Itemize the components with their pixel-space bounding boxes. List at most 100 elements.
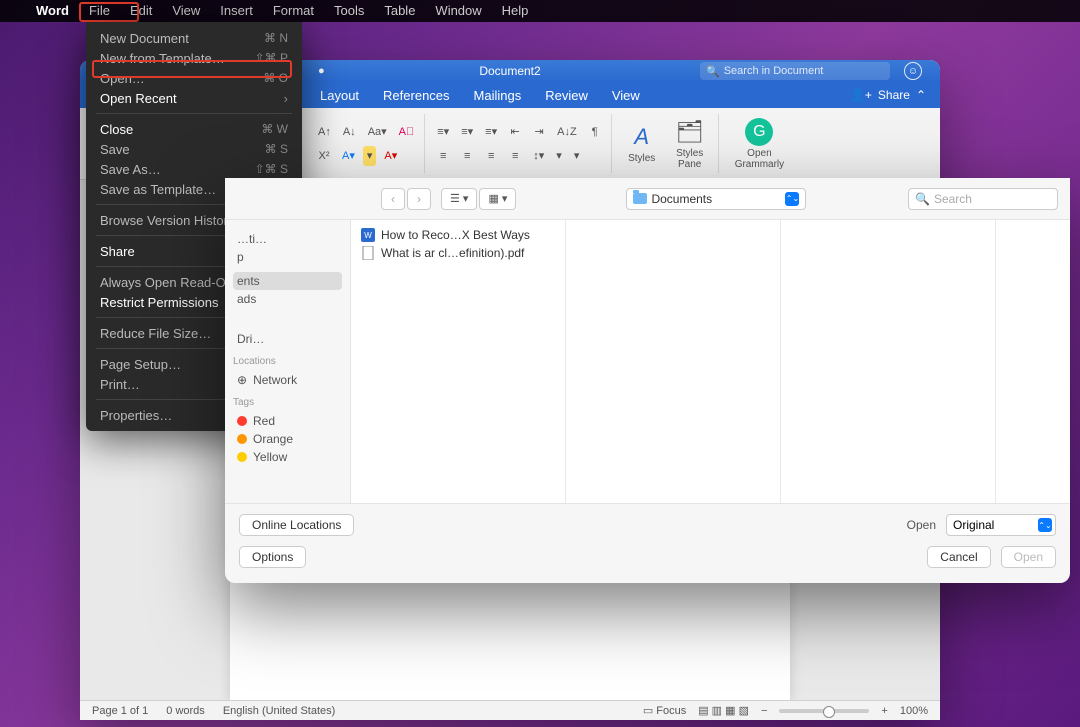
share-icon: 👤+ — [850, 88, 872, 102]
sidebar-item[interactable]: p — [233, 248, 342, 266]
menu-item[interactable]: Close⌘ W — [86, 119, 302, 139]
indent-button[interactable]: ⇥ — [529, 122, 549, 142]
zoom-slider[interactable] — [779, 709, 869, 713]
tab-layout[interactable]: Layout — [320, 88, 359, 103]
sidebar-item[interactable]: Dri… — [233, 330, 342, 348]
menu-item[interactable]: New Document⌘ N — [86, 28, 302, 48]
bullets-button[interactable]: ≡▾ — [433, 122, 453, 142]
menu-item[interactable]: New from Template…⇧⌘ P — [86, 48, 302, 68]
auto-save-toggle[interactable]: ● — [318, 65, 325, 77]
styles-pane-button[interactable]: 🗂 Styles Pane — [668, 114, 712, 173]
tag-item[interactable]: Orange — [233, 430, 342, 448]
font-color-button[interactable]: A▾ — [380, 146, 401, 166]
options-button[interactable]: Options — [239, 546, 306, 568]
line-spacing-button[interactable]: ↕▾ — [529, 146, 548, 166]
tab-references[interactable]: References — [383, 88, 449, 103]
chevron-updown-icon: ⌃⌄ — [785, 192, 799, 206]
shrink-font-button[interactable]: A↓ — [339, 122, 360, 142]
zoom-level[interactable]: 100% — [900, 705, 928, 717]
outdent-button[interactable]: ⇤ — [505, 122, 525, 142]
sort-button[interactable]: A↓Z — [553, 122, 581, 142]
change-case-button[interactable]: Aa▾ — [364, 122, 391, 142]
tag-dot-icon — [237, 416, 247, 426]
mac-menubar: Word File Edit View Insert Format Tools … — [0, 0, 1080, 22]
text-effects-button[interactable]: A▾ — [338, 146, 359, 166]
tag-dot-icon — [237, 452, 247, 462]
back-button[interactable]: ‹ — [381, 188, 405, 210]
location-dropdown[interactable]: Documents ⌃⌄ — [626, 188, 806, 210]
cancel-button[interactable]: Cancel — [927, 546, 990, 568]
zoom-out-button[interactable]: − — [761, 705, 767, 717]
menu-item[interactable]: Open Recent› — [86, 88, 302, 108]
chevron-updown-icon: ⌃⌄ — [1038, 518, 1052, 532]
file-column: WHow to Reco…X Best WaysWhat is ar cl…ef… — [351, 220, 566, 503]
dialog-search[interactable]: 🔍 Search — [908, 188, 1058, 210]
show-marks-button[interactable]: ¶ — [585, 122, 605, 142]
borders-button[interactable]: ▾ — [570, 146, 584, 166]
superscript-button[interactable]: X² — [314, 146, 334, 166]
dialog-sidebar: …ti… p ents ads Dri… Locations ⊕Network … — [225, 220, 351, 503]
open-dialog: ‹ › ☰ ▾ ▦ ▾ Documents ⌃⌄ 🔍 Search …ti… p… — [225, 178, 1070, 583]
file-column-empty — [781, 220, 996, 503]
pdf-file-icon — [361, 246, 375, 260]
language-status[interactable]: English (United States) — [223, 705, 336, 717]
sidebar-item[interactable]: …ti… — [233, 230, 342, 248]
menu-help[interactable]: Help — [492, 0, 539, 22]
file-browser: WHow to Reco…X Best WaysWhat is ar cl…ef… — [351, 220, 1070, 503]
menu-item[interactable]: Save As…⇧⌘ S — [86, 159, 302, 179]
menu-table[interactable]: Table — [374, 0, 425, 22]
dialog-footer: Online Locations Open Original ⌃⌄ Option… — [225, 503, 1070, 583]
file-item[interactable]: What is ar cl…efinition).pdf — [355, 244, 561, 262]
menu-window[interactable]: Window — [425, 0, 491, 22]
menu-insert[interactable]: Insert — [210, 0, 263, 22]
open-mode-select[interactable]: Original ⌃⌄ — [946, 514, 1056, 536]
menu-item[interactable]: Open…⌘ O — [86, 68, 302, 88]
align-right-button[interactable]: ≡ — [481, 146, 501, 166]
styles-gallery[interactable]: A Styles — [620, 114, 664, 173]
menu-view[interactable]: View — [162, 0, 210, 22]
align-center-button[interactable]: ≡ — [457, 146, 477, 166]
grammarly-button[interactable]: G Open Grammarly — [727, 118, 792, 170]
sidebar-network[interactable]: ⊕Network — [233, 371, 342, 389]
view-columns-button[interactable]: ☰ ▾ — [441, 188, 477, 210]
svg-text:W: W — [364, 231, 372, 240]
align-left-button[interactable]: ≡ — [433, 146, 453, 166]
clear-format-button[interactable]: A⃠ — [395, 122, 419, 142]
word-count[interactable]: 0 words — [166, 705, 205, 717]
zoom-in-button[interactable]: + — [881, 705, 887, 717]
tab-review[interactable]: Review — [545, 88, 588, 103]
menu-format[interactable]: Format — [263, 0, 324, 22]
forward-button[interactable]: › — [407, 188, 431, 210]
tag-item[interactable]: Yellow — [233, 448, 342, 466]
sidebar-item-documents[interactable]: ents — [233, 272, 342, 290]
document-search[interactable]: 🔍 Search in Document — [700, 62, 890, 80]
menu-item[interactable]: Save⌘ S — [86, 139, 302, 159]
page-count[interactable]: Page 1 of 1 — [92, 705, 148, 717]
tab-mailings[interactable]: Mailings — [474, 88, 522, 103]
shading-button[interactable]: ▾ — [552, 146, 566, 166]
numbering-button[interactable]: ≡▾ — [457, 122, 477, 142]
sidebar-item[interactable]: ads — [233, 290, 342, 308]
tag-item[interactable]: Red — [233, 412, 342, 430]
globe-icon: ⊕ — [237, 373, 247, 387]
justify-button[interactable]: ≡ — [505, 146, 525, 166]
locations-header: Locations — [233, 356, 342, 367]
feedback-icon[interactable]: ☺ — [904, 62, 922, 80]
search-icon: 🔍 — [915, 192, 930, 206]
menu-file[interactable]: File — [79, 0, 120, 22]
docx-file-icon: W — [361, 228, 375, 242]
online-locations-button[interactable]: Online Locations — [239, 514, 354, 536]
menu-edit[interactable]: Edit — [120, 0, 162, 22]
share-button[interactable]: 👤+ Share ⌃ — [850, 88, 926, 102]
view-buttons[interactable]: ▤ ▥ ▦ ▧ — [698, 704, 749, 717]
focus-mode-button[interactable]: ▭ Focus — [643, 704, 686, 717]
multilevel-button[interactable]: ≡▾ — [481, 122, 501, 142]
tab-view[interactable]: View — [612, 88, 640, 103]
grow-font-button[interactable]: A↑ — [314, 122, 335, 142]
menu-tools[interactable]: Tools — [324, 0, 374, 22]
highlight-button[interactable]: ▾ — [363, 146, 377, 166]
file-item[interactable]: WHow to Reco…X Best Ways — [355, 226, 561, 244]
view-group-button[interactable]: ▦ ▾ — [479, 188, 516, 210]
app-name[interactable]: Word — [26, 0, 79, 22]
open-button[interactable]: Open — [1001, 546, 1056, 568]
